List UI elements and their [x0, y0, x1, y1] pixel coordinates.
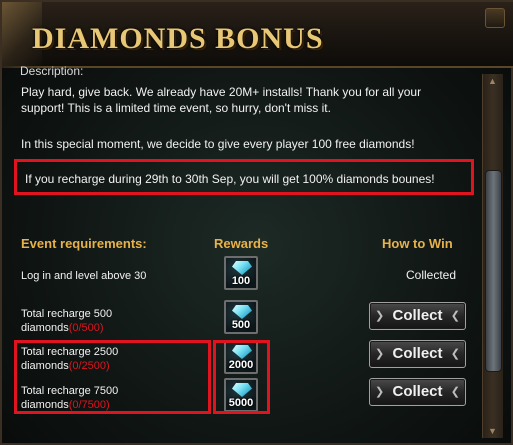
page-title: DIAMONDS BONUS [32, 22, 324, 55]
chevron-left-icon: ❮ [450, 386, 460, 398]
scroll-thumb[interactable] [485, 170, 502, 372]
header-how-to-win: How to Win [382, 236, 453, 251]
close-icon[interactable] [485, 8, 505, 28]
row-4-collect-button[interactable]: ❯ Collect ❮ [369, 378, 466, 406]
diamond-icon [232, 261, 252, 275]
rewards-highlight-box [213, 340, 270, 414]
event-window: DIAMONDS BONUS Description: Play hard, g… [0, 0, 513, 445]
row-1-requirement: Log in and level above 30 [21, 270, 147, 282]
window-header: DIAMONDS BONUS [2, 2, 513, 68]
row-2-collect-button[interactable]: ❯ Collect ❮ [369, 302, 466, 330]
chevron-right-icon: ❯ [375, 310, 385, 322]
chevron-left-icon: ❮ [450, 348, 460, 360]
row-2-requirement-line2-wrap: diamonds(0/500) [21, 321, 112, 335]
row-2-reward: 500 [224, 300, 258, 334]
row-2-requirement-line2: diamonds [21, 322, 69, 334]
diamond-icon [232, 305, 252, 319]
row-2-requirement-line1: Total recharge 500 [21, 308, 113, 320]
scroll-up-icon[interactable]: ▲ [485, 76, 500, 86]
row-2-reward-amount: 500 [231, 319, 251, 331]
intro-line-2: support! This is a limited time event, s… [21, 101, 331, 115]
row-1-reward-amount: 100 [231, 275, 251, 287]
intro-line-1: Play hard, give back. We already have 20… [21, 85, 422, 99]
row-4-collect-label: Collect [392, 383, 443, 400]
row-1-status: Collected [405, 268, 457, 282]
chevron-right-icon: ❯ [375, 386, 385, 398]
chevron-right-icon: ❯ [375, 348, 385, 360]
row-2-progress: (0/500) [68, 322, 104, 334]
description-heading: Description: [20, 64, 84, 78]
scrollbar[interactable]: ▲ ▼ [482, 74, 503, 438]
row-1-reward: 100 [224, 256, 258, 290]
scroll-down-icon[interactable]: ▼ [485, 426, 500, 436]
intro-line-3: In this special moment, we decide to giv… [21, 137, 415, 151]
row-3-collect-label: Collect [392, 345, 443, 362]
row-3-collect-button[interactable]: ❯ Collect ❮ [369, 340, 466, 368]
header-requirements: Event requirements: [21, 236, 147, 251]
row-2-requirement: Total recharge 500 diamonds(0/500) [21, 307, 112, 335]
chevron-left-icon: ❮ [450, 310, 460, 322]
row-2-collect-label: Collect [392, 307, 443, 324]
requirements-highlight-box [14, 340, 211, 414]
event-content: Description: Play hard, give back. We al… [12, 64, 478, 438]
highlight-box: If you recharge during 29th to 30th Sep,… [14, 159, 474, 195]
header-rewards: Rewards [214, 236, 269, 251]
highlight-text: If you recharge during 29th to 30th Sep,… [25, 172, 435, 186]
